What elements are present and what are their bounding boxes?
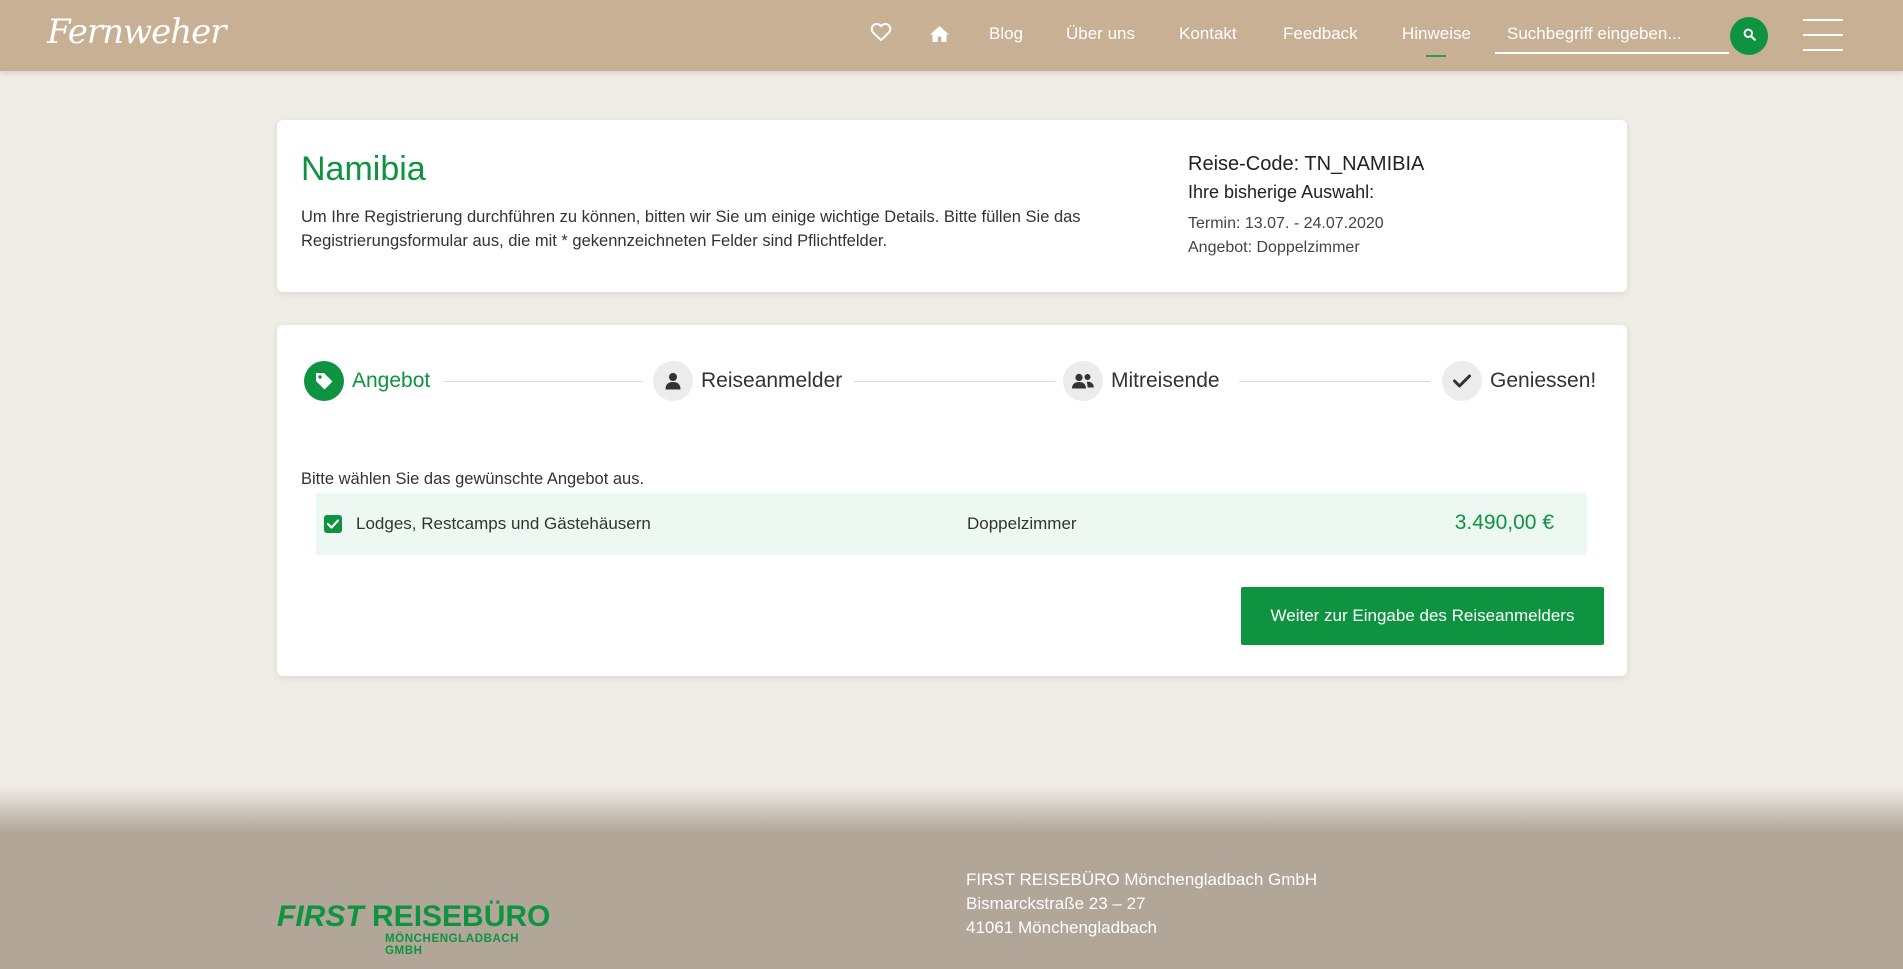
search-button[interactable] (1730, 17, 1768, 55)
step-label: Geniessen! (1490, 369, 1597, 392)
search-input[interactable] (1495, 20, 1729, 54)
nav-blog[interactable]: Blog (989, 24, 1023, 44)
users-icon (1063, 361, 1103, 401)
trip-title: Namibia (301, 150, 426, 188)
stepper-connector (443, 381, 643, 382)
nav-contact[interactable]: Kontakt (1179, 24, 1237, 44)
check-icon (1442, 361, 1482, 401)
heart-icon[interactable] (870, 22, 892, 47)
stepper-connector (1239, 381, 1430, 382)
offer-room-type: Doppelzimmer (967, 514, 1077, 533)
company-logo-wordmark: FIRST REISEBÜRO (277, 900, 551, 933)
company-city: 41061 Mönchengladbach (966, 918, 1157, 937)
step-offer[interactable]: Angebot (304, 361, 430, 401)
offer-price: 3.490,00 € (1454, 511, 1554, 534)
nav-notes[interactable]: Hinweise (1402, 24, 1471, 57)
trip-info-card: Namibia Um Ihre Registrierung durchführe… (277, 120, 1627, 292)
step-fellow-travellers[interactable]: Mitreisende (1063, 361, 1220, 401)
company-street: Bismarckstraße 23 – 27 (966, 894, 1146, 913)
user-icon (653, 361, 693, 401)
step-registrant[interactable]: Reiseanmelder (653, 361, 842, 401)
registration-intro-text: Um Ihre Registrierung durchführen zu kön… (301, 208, 1081, 250)
home-icon[interactable] (929, 25, 950, 48)
nav-feedback[interactable]: Feedback (1283, 24, 1358, 44)
step-label: Reiseanmelder (701, 369, 843, 392)
step-enjoy[interactable]: Geniessen! (1442, 361, 1596, 401)
offer-prompt: Bitte wählen Sie das gewünschte Angebot … (301, 470, 645, 488)
trip-code: Reise-Code: TN_NAMIBIA (1188, 153, 1425, 175)
continue-to-registrant-button[interactable]: Weiter zur Eingabe des Reiseanmelders (1241, 587, 1604, 645)
trip-date: Termin: 13.07. - 24.07.2020 (1188, 215, 1384, 232)
offer-name: Lodges, Restcamps und Gästehäusern (356, 514, 651, 533)
company-logo[interactable]: FIRST REISEBÜRO MÖNCHENGLADBACH GMBH (277, 900, 557, 960)
offer-checkbox[interactable] (324, 515, 342, 533)
step-label: Angebot (352, 369, 431, 392)
company-address: FIRST REISEBÜRO Mönchengladbach GmbH Bis… (966, 868, 1317, 940)
site-logo[interactable]: Fernweher (47, 12, 226, 52)
booking-card: Angebot Reiseanmelder Mitreisende Genies… (277, 325, 1627, 676)
top-navigation-bar: Fernweher Blog Über uns Kontakt Feedback… (0, 0, 1903, 71)
selection-summary-heading: Ihre bisherige Auswahl: (1188, 182, 1375, 202)
nav-about-us[interactable]: Über uns (1066, 24, 1135, 44)
trip-offer: Angebot: Doppelzimmer (1188, 239, 1360, 256)
company-logo-subtitle: MÖNCHENGLADBACH GMBH (385, 933, 520, 957)
footer: FIRST REISEBÜRO MÖNCHENGLADBACH GMBH FIR… (0, 785, 1903, 969)
company-name: FIRST REISEBÜRO Mönchengladbach GmbH (966, 870, 1318, 889)
step-label: Mitreisende (1111, 369, 1220, 392)
tag-icon (304, 361, 344, 401)
search-icon (1743, 28, 1756, 44)
hamburger-menu-icon[interactable] (1803, 19, 1843, 51)
offer-option[interactable]: Lodges, Restcamps und Gästehäusern Doppe… (316, 493, 1587, 555)
stepper-connector (854, 381, 1055, 382)
